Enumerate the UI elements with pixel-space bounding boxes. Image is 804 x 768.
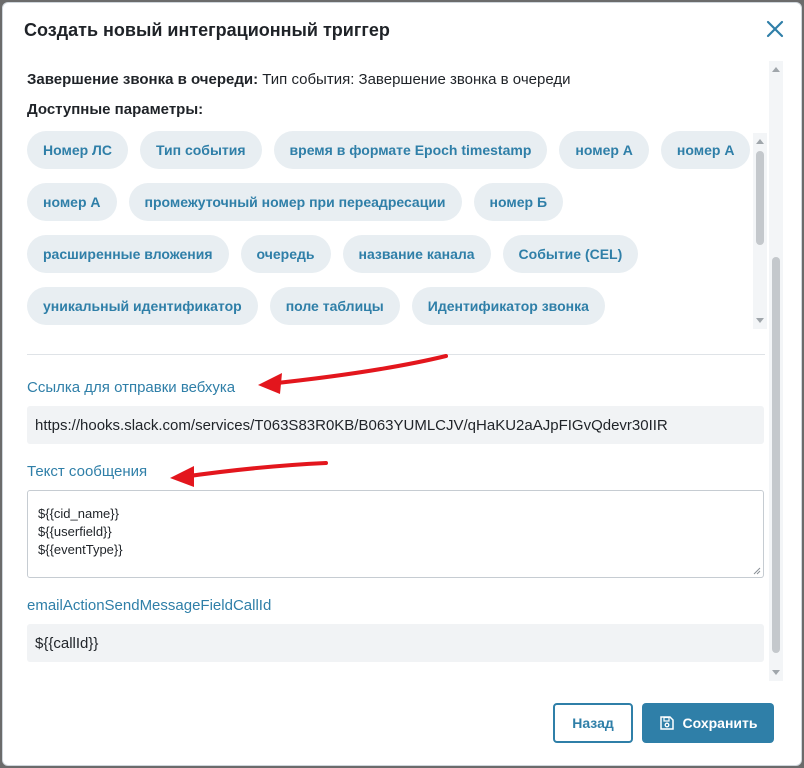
params-label: Доступные параметры: xyxy=(27,101,204,118)
param-chip[interactable]: Тип события xyxy=(140,131,262,169)
callid-input[interactable]: ${{callId}} xyxy=(27,624,764,662)
param-chip[interactable]: время в формате Epoch timestamp xyxy=(273,131,548,169)
param-chip[interactable]: промежуточный номер при переадресации xyxy=(128,183,462,221)
chip-row: номер А промежуточный номер при переадре… xyxy=(27,183,564,221)
param-chip[interactable]: Идентификатор звонка xyxy=(411,287,605,325)
param-chip[interactable]: Номер ЛС xyxy=(27,131,128,169)
event-info: Завершение звонка в очереди: Тип события… xyxy=(27,71,570,88)
params-chip-list: Номер ЛС Тип события время в формате Epo… xyxy=(27,131,757,331)
message-line: ${{userfield}} xyxy=(38,524,112,539)
scroll-down-icon[interactable] xyxy=(756,318,764,323)
back-button[interactable]: Назад xyxy=(553,703,633,743)
save-button-label: Сохранить xyxy=(682,715,758,731)
param-chip[interactable]: уникальный идентификатор xyxy=(27,287,258,325)
webhook-url-input[interactable]: https://hooks.slack.com/services/T063S83… xyxy=(27,406,764,444)
scroll-up-icon[interactable] xyxy=(756,139,764,144)
param-chip[interactable]: номер А xyxy=(559,131,649,169)
save-icon xyxy=(659,716,674,730)
param-chip[interactable]: расширенные вложения xyxy=(27,235,229,273)
message-textarea[interactable]: ${{cid_name}} ${{userfield}} ${{eventTyp… xyxy=(27,490,764,578)
resize-grip-icon[interactable] xyxy=(753,567,761,575)
divider xyxy=(27,354,765,355)
dialog-scroll-area: Завершение звонка в очереди: Тип события… xyxy=(3,59,783,679)
chip-row: уникальный идентификатор поле таблицы Ид… xyxy=(27,287,605,325)
callid-label: emailActionSendMessageFieldCallId xyxy=(27,597,272,614)
param-chip[interactable]: номер Б xyxy=(473,183,564,221)
close-icon[interactable] xyxy=(763,17,787,41)
event-detail: Тип события: Завершение звонка в очереди xyxy=(262,71,571,88)
param-chip[interactable]: поле таблицы xyxy=(269,287,400,325)
param-chip[interactable]: название канала xyxy=(342,235,491,273)
message-label: Текст сообщения xyxy=(27,463,148,480)
save-button[interactable]: Сохранить xyxy=(642,703,774,743)
param-chip[interactable]: Событие (CEL) xyxy=(502,235,639,273)
message-line: ${{cid_name}} xyxy=(38,506,119,521)
chips-scrollbar[interactable] xyxy=(753,133,767,329)
param-chip[interactable]: номер А xyxy=(27,183,117,221)
scrollbar-thumb[interactable] xyxy=(756,151,764,245)
chip-row: расширенные вложения очередь название ка… xyxy=(27,235,639,273)
scroll-up-icon[interactable] xyxy=(772,67,780,72)
message-line: ${{eventType}} xyxy=(38,542,123,557)
dialog-title: Создать новый интеграционный триггер xyxy=(24,20,390,40)
dialog-scrollbar[interactable] xyxy=(769,61,783,681)
create-trigger-dialog: Создать новый интеграционный триггер Зав… xyxy=(2,2,802,766)
event-name: Завершение звонка в очереди: xyxy=(27,71,259,88)
scroll-down-icon[interactable] xyxy=(772,670,780,675)
chip-row: Номер ЛС Тип события время в формате Epo… xyxy=(27,131,751,169)
scrollbar-thumb[interactable] xyxy=(772,257,780,653)
param-chip[interactable]: номер А xyxy=(660,131,751,169)
webhook-label: Ссылка для отправки вебхука xyxy=(27,379,236,396)
param-chip[interactable]: очередь xyxy=(240,235,331,273)
